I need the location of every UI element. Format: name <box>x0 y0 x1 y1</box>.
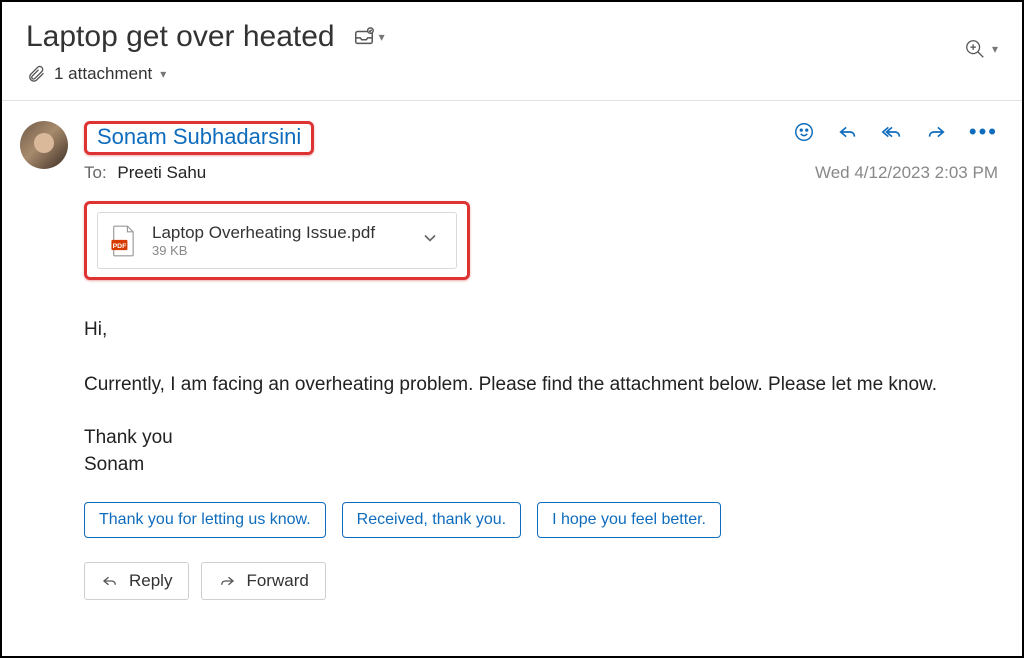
chevron-down-icon <box>420 228 440 248</box>
attachment-count-text: 1 attachment <box>54 64 152 84</box>
forward-button-large[interactable]: Forward <box>201 562 325 600</box>
message-pane: Sonam Subhadarsini <box>2 101 1022 620</box>
sender-name[interactable]: Sonam Subhadarsini <box>93 122 305 151</box>
attachment-filename: Laptop Overheating Issue.pdf <box>152 223 375 243</box>
forward-arrow-icon <box>218 572 236 590</box>
pdf-file-icon: PDF <box>110 225 138 257</box>
chevron-down-icon: ▾ <box>379 30 385 44</box>
reply-arrow-icon <box>101 572 119 590</box>
avatar <box>20 121 68 169</box>
timestamp: Wed 4/12/2023 2:03 PM <box>815 163 998 183</box>
chevron-down-icon: ▾ <box>992 42 998 56</box>
message-actions: ••• <box>793 121 998 143</box>
attachment-summary-toggle[interactable]: 1 attachment ▾ <box>26 64 385 84</box>
svg-text:PDF: PDF <box>113 242 127 249</box>
magnifier-plus-icon <box>964 38 986 60</box>
body-paragraph: Currently, I am facing an overheating pr… <box>84 371 998 400</box>
forward-button-label: Forward <box>246 571 308 591</box>
signoff-line-2: Sonam <box>84 452 998 479</box>
body-greeting: Hi, <box>84 316 998 345</box>
forward-button[interactable] <box>925 121 947 143</box>
email-subject: Laptop get over heated <box>26 20 335 54</box>
mark-read-toggle[interactable]: ▾ <box>353 26 385 48</box>
to-label: To: <box>84 163 107 182</box>
inbox-icon <box>353 26 375 48</box>
suggested-replies: Thank you for letting us know. Received,… <box>84 502 998 538</box>
more-actions-button[interactable]: ••• <box>969 125 998 138</box>
paperclip-icon <box>26 64 46 84</box>
reply-button[interactable] <box>837 121 859 143</box>
reply-button-label: Reply <box>129 571 172 591</box>
suggested-reply-3[interactable]: I hope you feel better. <box>537 502 721 538</box>
chevron-down-icon: ▾ <box>160 67 166 81</box>
reply-button-large[interactable]: Reply <box>84 562 189 600</box>
attachment-card[interactable]: PDF Laptop Overheating Issue.pdf 39 KB <box>97 212 457 269</box>
to-recipient: Preeti Sahu <box>117 163 206 182</box>
signoff-line-1: Thank you <box>84 425 998 452</box>
reply-all-button[interactable] <box>881 121 903 143</box>
attachment-menu-toggle[interactable] <box>420 228 440 253</box>
attachment-highlight: PDF Laptop Overheating Issue.pdf 39 KB <box>84 201 470 280</box>
suggested-reply-1[interactable]: Thank you for letting us know. <box>84 502 326 538</box>
message-header: Laptop get over heated ▾ 1 attachment ▾ <box>2 2 1022 92</box>
suggested-reply-2[interactable]: Received, thank you. <box>342 502 521 538</box>
attachment-filesize: 39 KB <box>152 243 375 258</box>
react-emoji-button[interactable] <box>793 121 815 143</box>
email-body: Hi, Currently, I am facing an overheatin… <box>84 316 998 478</box>
sender-highlight: Sonam Subhadarsini <box>84 121 314 155</box>
zoom-menu[interactable]: ▾ <box>964 20 998 60</box>
